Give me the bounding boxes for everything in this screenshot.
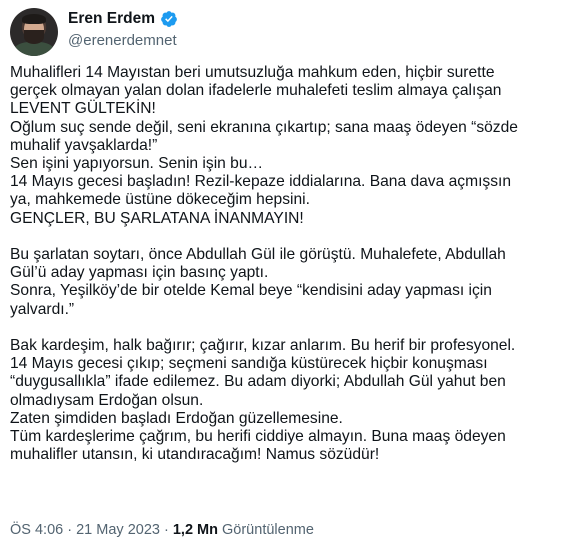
tweet-line: olmadıysam Erdoğan olsun. xyxy=(10,391,204,409)
tweet-line: Bak kardeşim, halk bağırır; çağırır, kız… xyxy=(10,337,516,355)
avatar-body-shape xyxy=(14,42,54,56)
user-handle[interactable]: @erenerdemnet xyxy=(68,32,177,49)
tweet-meta: ÖS 4:06 · 21 May 2023 · 1,2 Mn Görüntüle… xyxy=(10,522,314,538)
avatar[interactable] xyxy=(10,8,58,56)
verified-badge-icon xyxy=(160,10,178,28)
meta-separator: · xyxy=(67,522,73,538)
meta-separator: · xyxy=(163,522,169,538)
tweet-line: 14 Mayıs gecesi çıkıp; seçmeni sandığa k… xyxy=(10,355,488,373)
tweet-line: “duygusallıkla” ifade edilemez. Bu adam … xyxy=(10,373,506,391)
tweet-line: muhalif yavşaklarda!” xyxy=(10,136,158,154)
tweet-line: Gül’ü aday yapması için basınç yaptı. xyxy=(10,264,269,282)
tweet-line: Zaten şimdiden başladı Erdoğan güzelleme… xyxy=(10,409,343,427)
tweet-line: Tüm kardeşlerime çağrım, bu herifi ciddi… xyxy=(10,428,506,446)
avatar-beard-shape xyxy=(24,30,44,44)
tweet-line: Oğlum suç sende değil, seni ekranına çık… xyxy=(10,118,518,136)
views-label: Görüntülenme xyxy=(222,522,314,538)
avatar-hair-shape xyxy=(22,14,46,24)
tweet-line: Sen işini yapıyorsun. Senin işin bu… xyxy=(10,155,264,173)
tweet-line: 14 Mayıs gecesi başladın! Rezil-kepaze i… xyxy=(10,173,512,191)
tweet-line: yalvardı.” xyxy=(10,300,75,318)
display-name[interactable]: Eren Erdem xyxy=(68,10,155,28)
tweet-line: Bu şarlatan soytarı, önce Abdullah Gül i… xyxy=(10,246,506,264)
name-row: Eren Erdem xyxy=(68,10,178,28)
tweet-text: Muhalifleri 14 Mayıstan beri umutsuzluğa… xyxy=(10,64,576,464)
tweet-line: GENÇLER, BU ŞARLATANA İNANMAYIN! xyxy=(10,209,304,227)
tweet-line: LEVENT GÜLTEKİN! xyxy=(10,100,156,118)
tweet-line: Sonra, Yeşilköy’de bir otelde Kemal beye… xyxy=(10,282,492,300)
tweet-line: gerçek olmayan yalan dolan ifadelerle mu… xyxy=(10,82,502,100)
tweet-time[interactable]: ÖS 4:06 xyxy=(10,522,63,538)
tweet-header: Eren Erdem @erenerdemnet xyxy=(10,8,570,56)
tweet-line: muhalifler utansın, ki utandıracağım! Na… xyxy=(10,446,380,464)
tweet-line: ya, mahkemede üstüne dökeceğim hepsini. xyxy=(10,191,310,209)
tweet-line: Muhalifleri 14 Mayıstan beri umutsuzluğa… xyxy=(10,64,495,81)
tweet-date[interactable]: 21 May 2023 xyxy=(76,522,160,538)
views-count[interactable]: 1,2 Mn xyxy=(173,522,218,538)
